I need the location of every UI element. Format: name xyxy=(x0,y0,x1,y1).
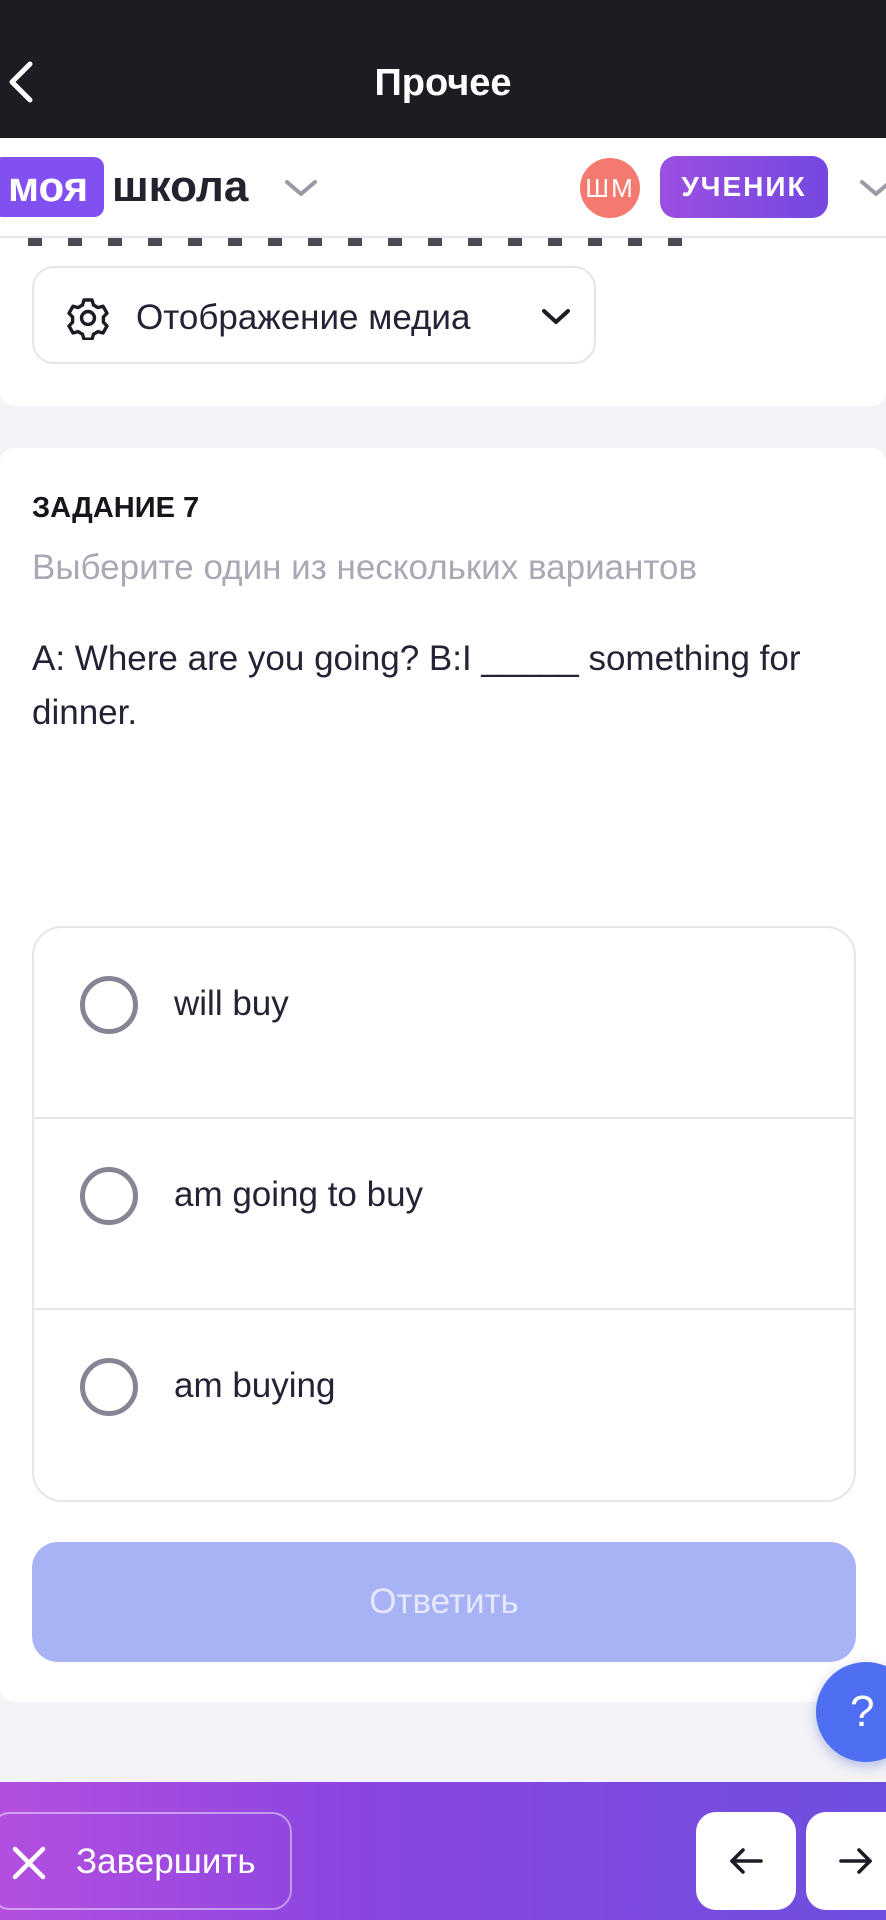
role-badge[interactable]: УЧЕНИК xyxy=(660,156,828,218)
logo-moya[interactable]: моя xyxy=(0,157,105,217)
chevron-down-icon xyxy=(542,309,570,324)
chevron-down-icon[interactable] xyxy=(283,176,319,200)
answer-option[interactable]: am buying xyxy=(34,1310,854,1500)
gear-icon xyxy=(67,298,109,340)
radio-button[interactable] xyxy=(80,1167,138,1225)
arrow-left-icon xyxy=(730,1848,763,1874)
scrolled-content-peek xyxy=(28,238,688,246)
top-bar: Прочее xyxy=(0,0,886,138)
arrow-right-icon xyxy=(839,1848,872,1874)
finish-label: Завершить xyxy=(76,1842,256,1881)
next-task-button[interactable] xyxy=(806,1812,886,1910)
chevron-down-icon[interactable] xyxy=(858,176,886,200)
radio-button[interactable] xyxy=(80,976,138,1034)
task-question: A: Where are you going? B:I _____ someth… xyxy=(32,639,801,732)
app-header: моя школа ШМ УЧЕНИК xyxy=(0,138,886,238)
answer-option[interactable]: will buy xyxy=(34,928,854,1119)
previous-task-button[interactable] xyxy=(696,1812,796,1910)
media-display-label: Отображение медиа xyxy=(136,298,471,337)
answer-option-label: am buying xyxy=(174,1366,336,1405)
media-display-dropdown[interactable]: Отображение медиа xyxy=(32,266,596,364)
answer-option[interactable]: am going to buy xyxy=(34,1119,854,1310)
finish-button[interactable]: Завершить xyxy=(0,1812,292,1910)
task-card: ЗАДАНИЕ 7 Выберите один из нескольких ва… xyxy=(0,448,886,1702)
answer-option-label: will buy xyxy=(174,984,289,1023)
logo-shkola[interactable]: школа xyxy=(112,158,248,216)
bottom-bar: Завершить xyxy=(0,1782,886,1920)
task-hint: Выберите один из нескольких вариантов xyxy=(32,548,698,587)
answer-options: will buy am going to buy am buying xyxy=(32,926,856,1502)
answer-option-label: am going to buy xyxy=(174,1175,424,1214)
avatar[interactable]: ШМ xyxy=(580,158,640,218)
task-number: ЗАДАНИЕ 7 xyxy=(32,492,200,524)
close-icon xyxy=(12,1846,46,1880)
media-card: Отображение медиа xyxy=(0,238,886,406)
page-title: Прочее xyxy=(374,62,512,104)
submit-answer-button[interactable]: Ответить xyxy=(32,1542,856,1662)
radio-button[interactable] xyxy=(80,1358,138,1416)
